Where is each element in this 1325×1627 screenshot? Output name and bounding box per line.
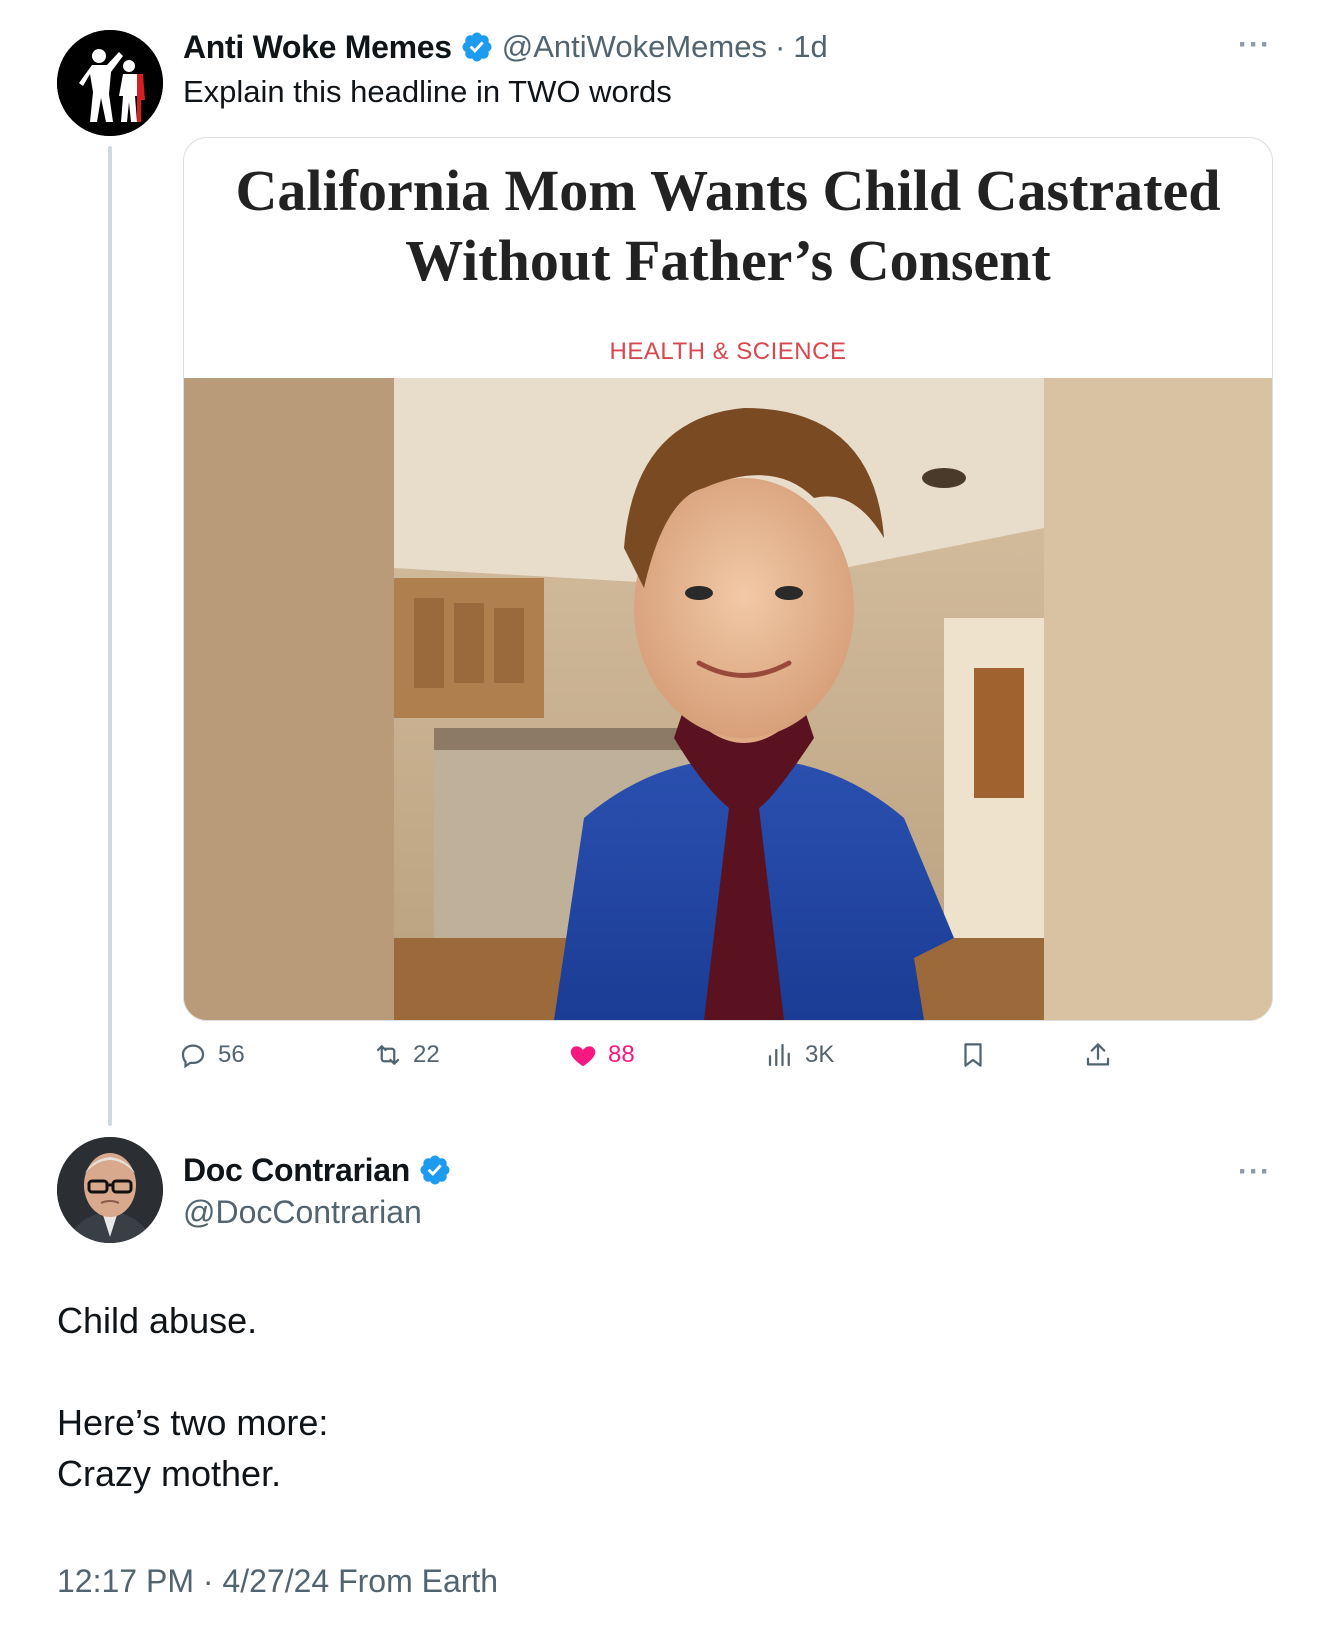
repost-count: 22 xyxy=(413,1041,440,1068)
headline-line-1: California Mom Wants Child Castrated xyxy=(235,158,1221,223)
repost-icon xyxy=(376,1045,400,1065)
reply-author-name[interactable]: Doc Contrarian xyxy=(183,1152,410,1189)
reply-header: Doc Contrarian xyxy=(183,1147,452,1193)
view-count: 3K xyxy=(805,1041,835,1068)
bookmark-button[interactable] xyxy=(958,1040,988,1070)
tweet-text: Explain this headline in TWO words xyxy=(183,74,672,109)
reply-timestamp: 12:17 PM · 4/27/24 From Earth xyxy=(57,1563,498,1600)
ellipsis-icon[interactable]: ··· xyxy=(1238,1155,1271,1189)
repost-button[interactable]: 22 xyxy=(373,1040,440,1070)
avatar-portrait-icon xyxy=(57,1137,163,1243)
like-button[interactable]: 88 xyxy=(568,1040,635,1070)
reply-count: 56 xyxy=(218,1041,245,1068)
reply-source: From Earth xyxy=(338,1563,499,1599)
photo-illustration xyxy=(184,378,1272,1020)
reply-button[interactable]: 56 xyxy=(178,1040,245,1070)
heart-filled-icon xyxy=(570,1046,596,1067)
author-handle[interactable]: @AntiWokeMemes xyxy=(502,29,767,65)
author-name[interactable]: Anti Woke Memes xyxy=(183,29,452,66)
like-count: 88 xyxy=(608,1041,635,1068)
article-photo[interactable] xyxy=(184,378,1272,1020)
dot-separator: · xyxy=(202,1563,214,1599)
dot-separator: · xyxy=(774,29,786,64)
bookmark-icon xyxy=(964,1043,982,1067)
article-card[interactable]: California Mom Wants Child Castrated Wit… xyxy=(183,137,1273,1021)
card-headline: California Mom Wants Child Castrated Wit… xyxy=(184,156,1272,296)
author-avatar[interactable] xyxy=(57,30,163,136)
reply-text-line-3: Crazy mother. xyxy=(57,1453,282,1494)
reply-text-line-2: Here’s two more: xyxy=(57,1402,329,1443)
reply-icon xyxy=(181,1044,205,1069)
views-chart-icon xyxy=(768,1043,790,1067)
tweet-age[interactable]: 1d xyxy=(793,29,827,65)
share-button[interactable] xyxy=(1083,1040,1113,1070)
verified-badge-icon xyxy=(420,1155,450,1185)
tweet-actions: 56 22 88 3K xyxy=(181,1040,1163,1080)
views-button[interactable]: 3K xyxy=(765,1040,834,1070)
ellipsis-icon[interactable]: ··· xyxy=(1238,28,1271,62)
reply-time[interactable]: 12:17 PM xyxy=(57,1563,194,1599)
reply-author-avatar[interactable] xyxy=(57,1137,163,1243)
reply-author-handle[interactable]: @DocContrarian xyxy=(183,1194,422,1231)
card-section-label: HEALTH & SCIENCE xyxy=(609,338,847,365)
reply-date[interactable]: 4/27/24 xyxy=(222,1563,329,1599)
avatar-silhouette-icon xyxy=(57,30,163,136)
verified-badge-icon xyxy=(462,32,492,62)
share-icon xyxy=(1086,1043,1110,1066)
reply-text-line-1: Child abuse. xyxy=(57,1300,258,1341)
thread-connector-line xyxy=(108,146,112,1126)
tweet-header: Anti Woke Memes @AntiWokeMemes · 1d xyxy=(183,24,828,70)
headline-line-2: Without Father’s Consent xyxy=(405,228,1051,293)
